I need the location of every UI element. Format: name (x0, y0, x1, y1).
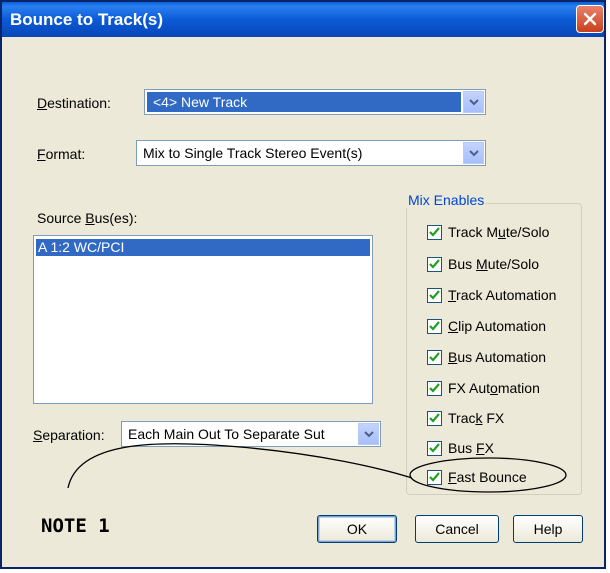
help-button[interactable]: Help (513, 515, 583, 543)
checkmark-icon (429, 443, 440, 453)
close-icon (583, 12, 597, 26)
checkbox-track-mute-solo[interactable]: Track Mute/Solo (427, 224, 549, 240)
separation-value: Each Main Out To Separate Sut (128, 426, 325, 442)
checkbox-label: Clip Automation (448, 318, 547, 334)
checkbox[interactable] (427, 469, 442, 485)
chevron-down-icon[interactable] (463, 91, 484, 113)
checkmark-icon (429, 352, 440, 362)
checkbox-label: Fast Bounce (448, 469, 527, 485)
checkbox-track-automation[interactable]: Track Automation (427, 287, 556, 303)
chevron-down-icon[interactable] (463, 142, 484, 164)
ok-button[interactable]: OK (317, 515, 397, 543)
checkbox[interactable] (427, 287, 442, 303)
checkbox-clip-automation[interactable]: Clip Automation (427, 318, 546, 334)
mix-enables-title: Mix Enables (406, 192, 487, 208)
checkbox-bus-automation[interactable]: Bus Automation (427, 349, 546, 365)
checkbox[interactable] (427, 318, 442, 334)
bounce-dialog: Bounce to Track(s) Destination: <4> New … (0, 0, 606, 569)
checkmark-icon (429, 290, 440, 300)
checkbox-bus-mute-solo[interactable]: Bus Mute/Solo (427, 256, 539, 272)
checkbox-label: Track Mute/Solo (448, 224, 550, 240)
checkbox[interactable] (427, 380, 442, 396)
checkbox-bus-fx[interactable]: Bus FX (427, 440, 494, 456)
format-value: Mix to Single Track Stereo Event(s) (143, 145, 363, 161)
destination-label: Destination: (37, 95, 111, 111)
checkbox[interactable] (427, 224, 442, 240)
destination-value: <4> New Track (147, 92, 461, 112)
checkbox-label: Bus Mute/Solo (448, 256, 540, 272)
title-bar[interactable]: Bounce to Track(s) (2, 2, 604, 37)
source-bus-label: Source Bus(es): (37, 210, 138, 226)
checkbox-fast-bounce[interactable]: Fast Bounce (427, 469, 527, 485)
checkbox-label: Bus FX (448, 440, 494, 456)
checkbox-track-fx[interactable]: Track FX (427, 410, 504, 426)
separation-dropdown[interactable]: Each Main Out To Separate Sut (121, 421, 381, 447)
checkbox[interactable] (427, 349, 442, 365)
checkbox-label: Track FX (448, 410, 505, 426)
checkbox[interactable] (427, 256, 442, 272)
checkbox-fx-automation[interactable]: FX Automation (427, 380, 540, 396)
checkbox[interactable] (427, 440, 442, 456)
format-dropdown[interactable]: Mix to Single Track Stereo Event(s) (136, 140, 486, 166)
checkmark-icon (429, 383, 440, 393)
checkmark-icon (429, 321, 440, 331)
destination-dropdown[interactable]: <4> New Track (144, 89, 486, 115)
checkbox-label: Bus Automation (448, 349, 547, 365)
format-label: Format: (37, 146, 86, 162)
checkmark-icon (429, 413, 440, 423)
separation-label: Separation: (33, 427, 105, 443)
checkmark-icon (429, 259, 440, 269)
window-title: Bounce to Track(s) (10, 9, 164, 29)
checkbox-label: FX Automation (448, 380, 540, 396)
source-bus-list[interactable]: A 1:2 WC/PCI (33, 235, 373, 404)
checkbox-label: Track Automation (448, 287, 557, 303)
chevron-down-icon[interactable] (358, 423, 379, 445)
checkbox[interactable] (427, 410, 442, 426)
list-item[interactable]: A 1:2 WC/PCI (36, 239, 370, 256)
checkmark-icon (429, 227, 440, 237)
destination-label-rest: estination: (47, 95, 111, 111)
close-button[interactable] (576, 5, 604, 33)
checkmark-icon (429, 472, 440, 482)
cancel-button[interactable]: Cancel (415, 515, 499, 543)
note-annotation: NOTE 1 (41, 515, 110, 537)
